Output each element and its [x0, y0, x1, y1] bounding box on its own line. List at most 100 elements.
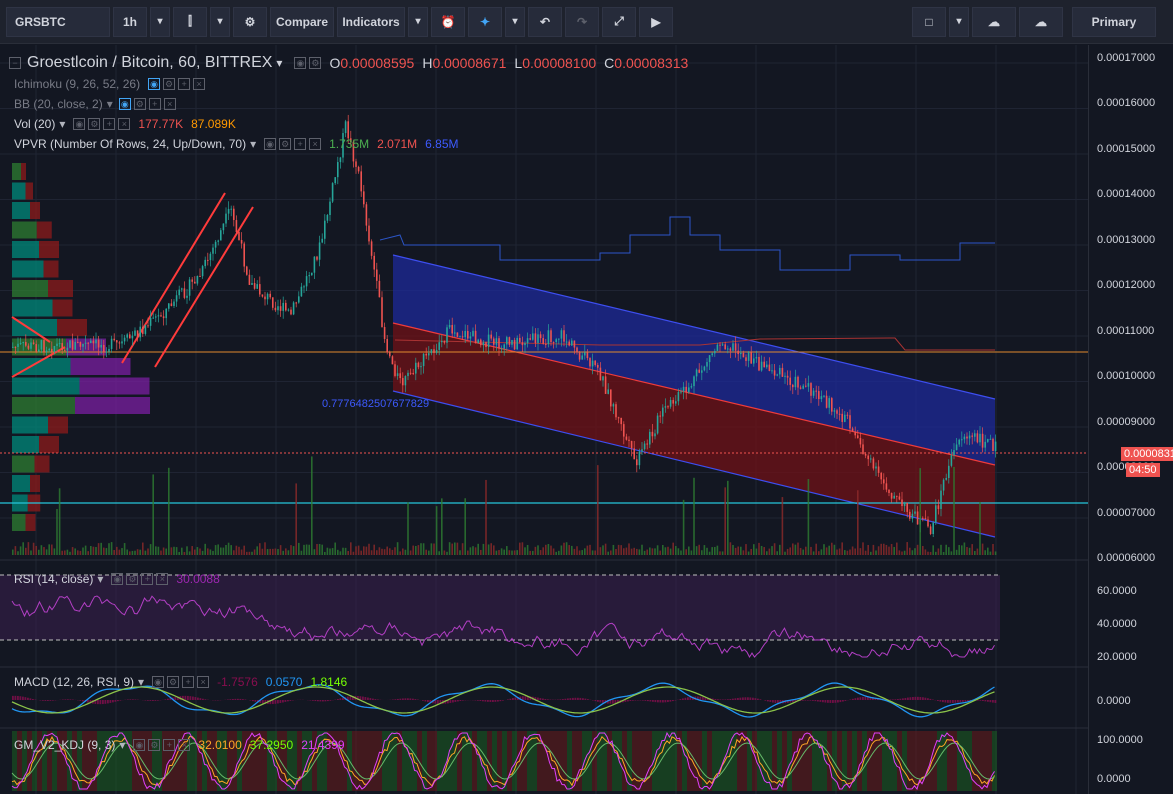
close-icon[interactable]: × — [193, 78, 206, 90]
vpvr-down-bar — [57, 319, 87, 336]
settings-icon[interactable]: ⚙ — [88, 118, 101, 130]
layout-dropdown[interactable]: ▾ — [949, 6, 969, 37]
volume-bar — [810, 546, 812, 555]
eye-icon[interactable]: ◉ — [133, 739, 146, 751]
volume-bar — [90, 545, 92, 555]
volume-bar — [22, 542, 24, 555]
redo-icon[interactable]: ↷ — [565, 6, 599, 37]
macd-legend[interactable]: MACD (12, 26, RSI, 9) ▾ ◉ ⚙ + × -1.7576 0.0… — [14, 675, 347, 689]
vol-dropdown-icon[interactable]: ▾ — [59, 117, 65, 131]
eye-icon[interactable]: ◉ — [111, 573, 124, 585]
rsi-dropdown-icon[interactable]: ▾ — [97, 572, 103, 586]
settings-icon[interactable]: ⚙ — [163, 78, 176, 90]
candle-body — [667, 406, 669, 408]
indicators-button[interactable]: Indicators — [337, 6, 405, 37]
settings-icon[interactable]: ⚙ — [133, 98, 146, 110]
close-icon[interactable]: × — [197, 676, 210, 688]
idea-lightbulb-icon[interactable]: ✦ — [468, 6, 502, 37]
candle-body — [435, 349, 438, 353]
chart-style-icon[interactable]: ⫿ — [173, 6, 207, 37]
vpvr-dropdown-icon[interactable]: ▾ — [250, 137, 256, 151]
settings-gear-icon[interactable]: ⚙ — [233, 6, 267, 37]
vpvr-legend[interactable]: VPVR (Number Of Rows, 24, Up/Down, 70) ▾… — [14, 137, 459, 151]
candle-body — [797, 376, 799, 388]
chart-style-dropdown[interactable]: ▾ — [210, 6, 230, 37]
volume-bar — [243, 545, 245, 555]
bb-dropdown-icon[interactable]: ▾ — [107, 97, 113, 111]
candle-body — [56, 343, 58, 347]
add-icon[interactable]: + — [294, 138, 307, 150]
compare-button[interactable]: Compare — [270, 6, 334, 37]
fullscreen-icon[interactable]: ⤢ — [602, 6, 636, 37]
add-icon[interactable]: + — [182, 676, 195, 688]
candle-body — [802, 385, 804, 389]
interval-button[interactable]: 1h — [113, 6, 147, 37]
close-icon[interactable]: × — [309, 138, 322, 150]
eye-icon[interactable]: ◉ — [148, 78, 161, 90]
replay-play-icon[interactable]: ▶ — [639, 6, 673, 37]
rsi-legend[interactable]: RSI (14, close) ▾ ◉ ⚙ + × 30.0088 — [14, 572, 220, 586]
title-dropdown-icon[interactable]: ▾ — [276, 56, 282, 70]
eye-icon[interactable]: ◉ — [264, 138, 277, 150]
last-price-tag: 0.00008313 — [1121, 447, 1173, 461]
volume-bar — [43, 547, 45, 555]
vol-name[interactable]: Vol (20) — [14, 117, 55, 131]
macd-name[interactable]: MACD (12, 26, RSI, 9) — [14, 675, 134, 689]
close-icon[interactable]: × — [118, 118, 131, 130]
bb-name[interactable]: BB (20, close, 2) — [14, 97, 103, 111]
settings-icon[interactable]: ⚙ — [148, 739, 161, 751]
undo-icon[interactable]: ↶ — [528, 6, 562, 37]
eye-icon[interactable]: ◉ — [152, 676, 165, 688]
close-icon[interactable]: × — [178, 739, 191, 751]
close-icon[interactable]: × — [156, 573, 169, 585]
add-icon[interactable]: + — [163, 739, 176, 751]
ichimoku-legend[interactable]: Ichimoku (9, 26, 52, 26) ◉ ⚙ + × — [14, 77, 206, 91]
settings-icon[interactable]: ⚙ — [279, 138, 292, 150]
volume-bar — [201, 550, 204, 555]
symbol-title[interactable]: Groestlcoin / Bitcoin, 60, BITTREX — [27, 54, 272, 72]
bb-legend[interactable]: BB (20, close, 2) ▾ ◉ ⚙ + × — [14, 97, 176, 111]
alert-clock-icon[interactable]: ⏰ — [431, 6, 465, 37]
add-icon[interactable]: + — [148, 98, 161, 110]
indicators-dropdown[interactable]: ▾ — [408, 6, 428, 37]
interval-dropdown[interactable]: ▾ — [150, 6, 170, 37]
eye-icon[interactable]: ◉ — [73, 118, 86, 130]
cloud-save-icon[interactable]: ☁ — [1019, 6, 1063, 37]
symbol-search[interactable]: GRSBTC — [6, 6, 110, 37]
candle-body — [638, 451, 641, 466]
candle-body — [212, 247, 214, 254]
macd-dropdown-icon[interactable]: ▾ — [138, 675, 144, 689]
kdj-dropdown-icon[interactable]: ▾ — [119, 738, 125, 752]
price-axis[interactable]: 0.00017000 0.00016000 0.00015000 0.00014… — [1088, 45, 1173, 794]
collapse-icon[interactable]: − — [9, 57, 21, 69]
candle-body — [831, 398, 833, 412]
volume-bar — [446, 551, 448, 555]
candle-body — [331, 183, 334, 202]
settings-icon[interactable]: ⚙ — [126, 573, 139, 585]
primary-layout-button[interactable]: Primary — [1072, 6, 1156, 37]
volume-bar — [755, 548, 758, 555]
settings-small-icon[interactable]: ⚙ — [309, 57, 322, 69]
eye-icon[interactable]: ◉ — [118, 98, 131, 110]
candle-body — [636, 459, 638, 466]
vpvr-name[interactable]: VPVR (Number Of Rows, 24, Up/Down, 70) — [14, 137, 246, 151]
layout-square-icon[interactable]: □ — [912, 6, 946, 37]
cloud-load-icon[interactable]: ☁ — [972, 6, 1016, 37]
countdown-tag: 04:50 — [1126, 463, 1160, 477]
add-icon[interactable]: + — [178, 78, 191, 90]
ichimoku-name[interactable]: Ichimoku (9, 26, 52, 26) — [14, 77, 140, 91]
kdj-legend[interactable]: GM_V2_KDJ (9, 3) ▾ ◉ ⚙ + × 32.0100 37.2950 … — [14, 738, 345, 752]
candle-body — [412, 373, 414, 375]
close-icon[interactable]: × — [163, 98, 176, 110]
add-icon[interactable]: + — [141, 573, 154, 585]
candle-body — [870, 458, 872, 460]
add-icon[interactable]: + — [103, 118, 116, 130]
kdj-name[interactable]: GM_V2_KDJ (9, 3) — [14, 738, 115, 752]
rsi-name[interactable]: RSI (14, close) — [14, 572, 93, 586]
macd-hist-bar — [82, 700, 84, 702]
idea-dropdown[interactable]: ▾ — [505, 6, 525, 37]
volume-bar — [412, 545, 414, 555]
eye-icon[interactable]: ◉ — [294, 57, 307, 69]
settings-icon[interactable]: ⚙ — [167, 676, 180, 688]
vol-legend[interactable]: Vol (20) ▾ ◉ ⚙ + × 177.77K 87.089K — [14, 117, 236, 131]
